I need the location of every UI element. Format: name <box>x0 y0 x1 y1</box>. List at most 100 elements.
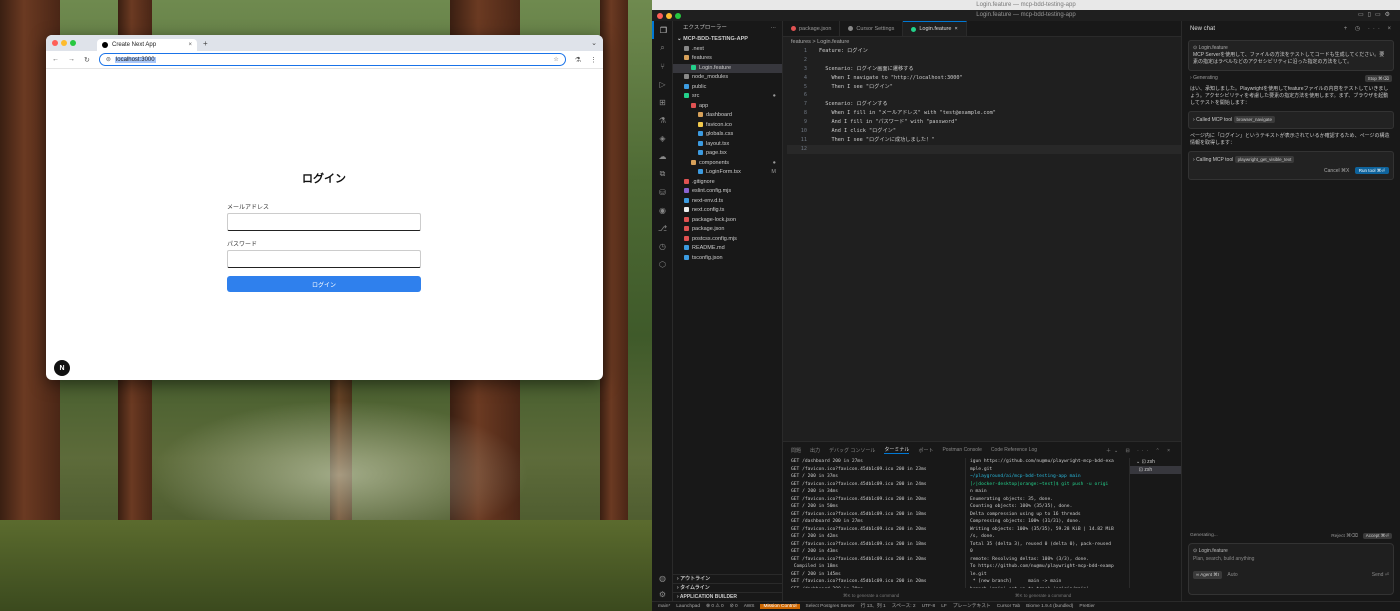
status-item[interactable]: AWS <box>744 604 755 609</box>
status-item[interactable]: スペース: 2 <box>892 604 916 609</box>
status-item[interactable]: main* <box>658 604 670 609</box>
status-item[interactable]: ⊘ 0 <box>730 604 738 609</box>
accept-button[interactable]: Accept ⌘⏎ <box>1362 533 1392 539</box>
remote-icon[interactable]: ⧉ <box>652 165 673 183</box>
agent-mode-selector[interactable]: ∞ Agent ⌘I <box>1193 571 1222 579</box>
run-debug-icon[interactable]: ▷ <box>652 75 673 93</box>
status-item[interactable]: Cursor Tab <box>997 604 1020 609</box>
panel-tab[interactable]: 出力 <box>810 447 820 454</box>
tree-item[interactable]: next.config.ts <box>673 206 782 216</box>
close-tab-icon[interactable]: × <box>188 42 192 48</box>
tree-item[interactable]: layout.tsx <box>673 140 782 150</box>
testing-icon[interactable]: ⚗ <box>652 111 673 129</box>
tree-item[interactable]: favicon.ico <box>673 121 782 131</box>
tree-item[interactable]: postcss.config.mjs <box>673 235 782 245</box>
postman-icon[interactable]: ◉ <box>652 201 673 219</box>
chat-input[interactable]: ⊙ Login.feature Plan, search, build anyt… <box>1188 543 1394 595</box>
tree-item[interactable]: dashboard <box>673 111 782 121</box>
tree-item[interactable]: features <box>673 54 782 64</box>
tree-item[interactable]: tsconfig.json <box>673 254 782 264</box>
tree-item[interactable]: README.md <box>673 244 782 254</box>
close-window-button[interactable] <box>657 13 663 19</box>
reject-button[interactable]: Reject ⌘⌫ <box>1331 534 1358 539</box>
panel-tab[interactable]: デバッグ コンソール <box>829 447 875 454</box>
email-field[interactable] <box>227 213 421 231</box>
tree-item[interactable]: app <box>673 102 782 112</box>
docker-icon[interactable]: ◈ <box>652 129 673 147</box>
status-item[interactable]: Biome 1.9.4 (bundled) <box>1026 604 1073 609</box>
tool-call-card[interactable]: › Called MCP tool browser_navigate <box>1188 111 1394 129</box>
explorer-icon[interactable]: ❐ <box>652 21 673 39</box>
status-item[interactable]: Select Postgres Server <box>806 604 855 609</box>
code-view[interactable]: 1 Feature: ログイン 2 3 Scenario: ログイン画面に遷移する 4 … <box>783 47 1181 154</box>
tree-item[interactable]: globals.css <box>673 130 782 140</box>
tree-item[interactable]: package-lock.json <box>673 216 782 226</box>
nextjs-dev-badge[interactable]: N <box>54 360 70 376</box>
more-icon[interactable]: ··· <box>771 21 777 35</box>
project-root[interactable]: ⌄ MCP-BDD-TESTING-APP <box>673 35 782 45</box>
tree-item[interactable]: page.tsx <box>673 149 782 159</box>
tree-item[interactable]: components ● <box>673 159 782 169</box>
star-icon[interactable]: ☆ <box>553 56 558 63</box>
editor-tab[interactable]: Login.feature × <box>903 21 967 37</box>
terminal-right[interactable]: igun https://github.com/nu@mu/playwright… <box>965 458 1125 588</box>
terminal-left[interactable]: GET /dashboard 200 in 27ms GET /favicon.i… <box>791 458 963 588</box>
tree-item[interactable]: src ● <box>673 92 782 102</box>
git-graph-icon[interactable]: ⎇ <box>652 219 673 237</box>
application-builder-section[interactable]: › APPLICATION BUILDER <box>673 592 783 601</box>
tree-item[interactable]: package.json <box>673 225 782 235</box>
status-item[interactable]: LF <box>941 604 947 609</box>
panel-tab[interactable]: Code Reference Log <box>991 447 1037 453</box>
status-item[interactable]: UTF-8 <box>922 604 936 609</box>
minimize-window-button[interactable] <box>61 40 67 46</box>
panel-tab[interactable]: 問題 <box>791 447 801 454</box>
tree-item[interactable]: .gitignore <box>673 178 782 188</box>
aws-icon[interactable]: ☁ <box>652 147 673 165</box>
source-control-icon[interactable]: ⑂ <box>652 57 673 75</box>
menu-icon[interactable]: ⋮ <box>590 56 597 64</box>
tree-item[interactable]: next-env.d.ts <box>673 197 782 207</box>
close-window-button[interactable] <box>52 40 58 46</box>
model-selector[interactable]: Auto <box>1227 572 1237 578</box>
run-tool-button[interactable]: Run tool ⌘⏎ <box>1354 167 1389 174</box>
panel-tab[interactable]: ポート <box>918 447 933 454</box>
send-button[interactable]: Send ⏎ <box>1372 571 1389 579</box>
forward-arrow-icon[interactable]: → <box>68 56 75 63</box>
outline-section[interactable]: › アウトライン <box>673 574 783 583</box>
terminal-item[interactable]: ⊡ zsh <box>1130 466 1181 474</box>
terminal-item[interactable]: ⌄ ⊡ zsh <box>1130 458 1181 466</box>
extensions-icon[interactable]: ⊞ <box>652 93 673 111</box>
editor-tab[interactable]: Cursor Settings <box>840 21 904 36</box>
address-bar[interactable]: ⊜ localhost:3000 ☆ <box>98 53 566 66</box>
tree-item[interactable]: .next <box>673 45 782 55</box>
browser-tab[interactable]: Create Next App × <box>97 39 197 51</box>
database-icon[interactable]: ⛁ <box>652 183 673 201</box>
status-item[interactable]: ⊗ 0 ⚠ 0 <box>706 604 724 609</box>
maximize-window-button[interactable] <box>675 13 681 19</box>
layout-icons[interactable]: ▭▯▭⚙ <box>1358 10 1394 21</box>
cancel-button[interactable]: Cancel ⌘X <box>1324 168 1349 174</box>
login-button[interactable]: ログイン <box>227 276 421 292</box>
tree-item[interactable]: public <box>673 83 782 93</box>
stop-button[interactable]: Stop ⌘⌫ <box>1364 75 1392 82</box>
back-arrow-icon[interactable]: ← <box>52 56 59 63</box>
site-info-icon[interactable]: ⊜ <box>106 56 111 63</box>
status-item[interactable]: Launchpad <box>676 604 700 609</box>
package-icon[interactable]: ⬡ <box>652 255 673 273</box>
panel-controls[interactable]: ＋⌄ ⊟ ··· ⌃ × <box>1106 447 1173 454</box>
tree-item[interactable]: node_modules <box>673 73 782 83</box>
chat-header-icons[interactable]: + ◷ ··· × <box>1344 21 1394 37</box>
status-item[interactable]: Mission Control <box>760 604 800 609</box>
context-file-chip[interactable]: ⊙ Login.feature <box>1193 45 1389 52</box>
new-tab-icon[interactable]: + <box>203 39 208 48</box>
search-icon[interactable]: ⌕ <box>652 39 673 57</box>
reload-icon[interactable]: ↻ <box>84 56 90 64</box>
panel-tab[interactable]: ターミナル <box>884 446 910 454</box>
minimize-window-button[interactable] <box>666 13 672 19</box>
chevron-down-icon[interactable]: ⌄ <box>591 39 597 47</box>
status-item[interactable]: Prettier <box>1079 604 1094 609</box>
tree-item[interactable]: LoginForm.tsx M <box>673 168 782 178</box>
close-tab-icon[interactable]: × <box>954 21 957 37</box>
editor-tab[interactable]: package.json <box>783 21 841 36</box>
tool-call-card[interactable]: › Calling MCP tool playwright_get_visibl… <box>1188 151 1394 180</box>
